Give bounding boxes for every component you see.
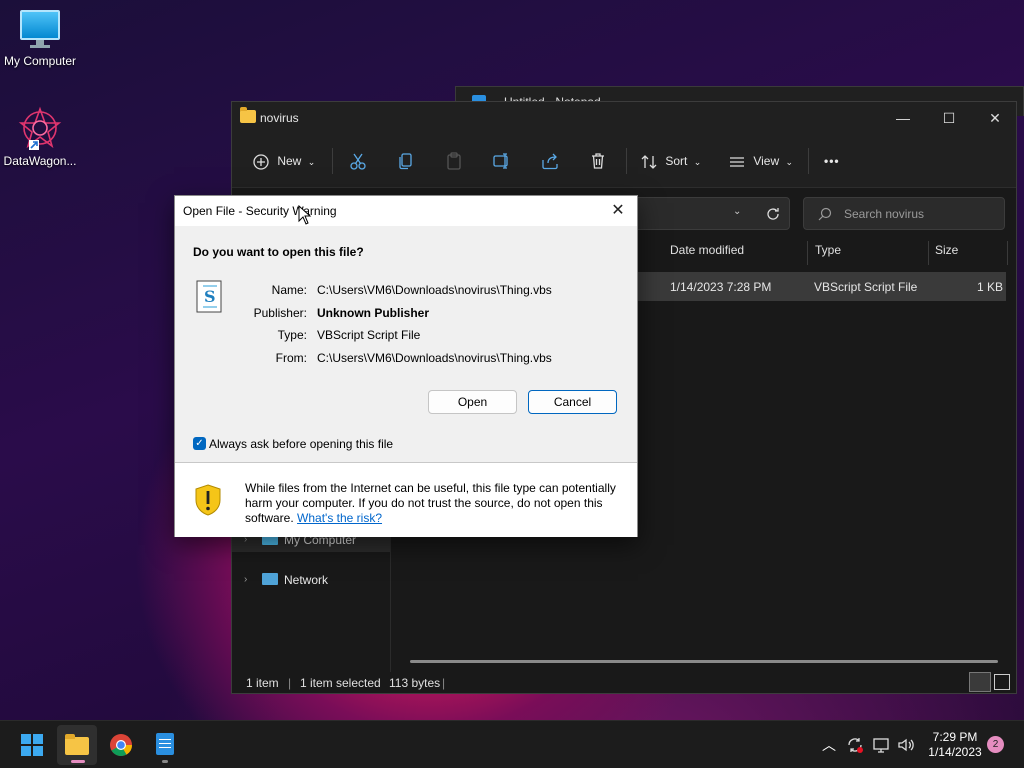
dialog-titlebar[interactable]: Open File - Security Warning ✕	[175, 196, 637, 226]
chevron-down-icon: ⌄	[785, 157, 794, 167]
view-button[interactable]: View ⌄	[728, 148, 793, 174]
sync-icon[interactable]	[846, 736, 864, 754]
address-bar[interactable]: ⌄	[632, 197, 790, 230]
status-divider: |	[442, 676, 446, 690]
network-icon	[262, 573, 278, 585]
field-value-publisher: Unknown Publisher	[317, 306, 430, 320]
nav-label: Network	[284, 573, 329, 587]
security-warning-dialog[interactable]: Open File - Security Warning ✕ Do you wa…	[174, 195, 638, 537]
dialog-title: Open File - Security Warning	[183, 204, 337, 218]
command-bar: New ⌄ Sort ⌄ View ⌄ •••	[232, 134, 1016, 188]
desktop-icon-datawagon[interactable]: DataWagon...	[0, 104, 80, 168]
cancel-button[interactable]: Cancel	[528, 390, 617, 414]
column-date-modified[interactable]: Date modified	[670, 243, 744, 265]
nav-item-network[interactable]: › Network	[232, 568, 390, 592]
new-button[interactable]: New ⌄	[252, 148, 315, 174]
rename-icon[interactable]	[492, 151, 512, 171]
status-selected: 1 item selected	[300, 676, 381, 690]
status-item-count: 1 item	[246, 676, 279, 690]
file-row[interactable]: 1/14/2023 7:28 PM VBScript Script File 1…	[632, 272, 1006, 301]
status-divider: |	[288, 676, 292, 690]
always-ask-checkbox[interactable]: ✓	[193, 437, 206, 450]
view-label: View	[753, 154, 780, 168]
tiles-view-icon[interactable]	[994, 674, 1010, 690]
refresh-icon[interactable]	[765, 206, 781, 222]
notepad-icon	[156, 733, 174, 755]
copy-icon[interactable]	[396, 151, 416, 171]
delete-icon[interactable]	[588, 151, 608, 171]
volume-icon[interactable]	[897, 736, 915, 754]
field-key-publisher: Publisher:	[253, 306, 307, 320]
clock-time: 7:29 PM	[932, 730, 978, 744]
cut-icon[interactable]	[348, 151, 368, 171]
sort-icon	[641, 154, 657, 169]
field-key-name: Name:	[271, 283, 307, 297]
field-key-type: Type:	[277, 328, 307, 342]
explorer-titlebar[interactable]: novirus — ☐ ✕	[232, 102, 1016, 134]
sort-button[interactable]: Sort ⌄	[640, 148, 701, 174]
dialog-question: Do you want to open this file?	[193, 245, 364, 259]
folder-icon	[65, 737, 89, 755]
taskbar-notepad[interactable]	[145, 725, 185, 765]
chevron-down-icon: ⌄	[307, 157, 316, 167]
warning-message: While files from the Internet can be use…	[245, 481, 630, 526]
monitor-icon	[18, 10, 62, 50]
horizontal-scrollbar[interactable]	[410, 660, 998, 663]
column-size[interactable]: Size	[935, 243, 958, 265]
clock-date: 1/14/2023	[928, 745, 982, 759]
paste-icon[interactable]	[444, 151, 464, 171]
sort-label: Sort	[665, 154, 688, 168]
desktop-icon-my-computer[interactable]: My Computer	[0, 10, 80, 68]
search-icon	[818, 207, 832, 221]
folder-icon	[240, 107, 256, 123]
status-bar: 1 item | 1 item selected 113 bytes |	[232, 672, 1016, 694]
file-type: VBScript Script File	[814, 280, 918, 294]
dialog-warning-footer: While files from the Internet can be use…	[175, 463, 637, 537]
field-value-name: C:\Users\VM6\Downloads\novirus\Thing.vbs	[317, 283, 552, 297]
taskbar-chrome[interactable]	[101, 725, 141, 765]
taskbar-clock[interactable]: 7:29 PM 1/14/2023	[920, 730, 990, 760]
chevron-down-icon: ⌄	[693, 157, 702, 167]
file-size: 1 KB	[977, 280, 1004, 294]
file-date: 1/14/2023 7:28 PM	[670, 280, 772, 294]
whats-the-risk-link[interactable]: What's the risk?	[297, 511, 382, 525]
field-value-from: C:\Users\VM6\Downloads\novirus\Thing.vbs	[317, 351, 552, 365]
plus-circle-icon	[253, 154, 269, 170]
new-label: New	[277, 154, 302, 168]
windows-logo-icon	[21, 734, 43, 756]
taskbar: ︿ 7:29 PM 1/14/2023	[0, 720, 1024, 768]
field-value-type: VBScript Script File	[317, 328, 421, 342]
mouse-cursor-icon	[298, 205, 312, 225]
desktop-icon-label: My Computer	[3, 54, 77, 68]
details-view-icon[interactable]	[969, 672, 991, 692]
status-bytes: 113 bytes	[389, 676, 441, 690]
search-box[interactable]: Search novirus	[803, 197, 1005, 230]
minimize-button[interactable]: —	[880, 102, 926, 134]
view-list-icon	[730, 157, 744, 167]
column-type[interactable]: Type	[815, 243, 841, 265]
chrome-icon	[110, 734, 132, 756]
field-key-from: From:	[275, 351, 307, 365]
always-ask-label: Always ask before opening this file	[209, 437, 394, 451]
search-placeholder: Search novirus	[844, 207, 925, 221]
taskbar-file-explorer[interactable]	[57, 725, 97, 765]
notification-badge[interactable]: 2	[987, 736, 1004, 753]
datawagon-logo-icon	[18, 106, 62, 150]
network-status-icon[interactable]	[872, 736, 890, 754]
share-icon[interactable]	[540, 151, 560, 171]
close-button[interactable]: ✕	[972, 102, 1018, 134]
explorer-title: novirus	[260, 111, 299, 125]
show-hidden-icons-chevron-icon[interactable]: ︿	[822, 735, 836, 755]
open-button[interactable]: Open	[428, 390, 517, 414]
maximize-button[interactable]: ☐	[926, 102, 972, 134]
start-button[interactable]	[12, 725, 52, 765]
more-options-button[interactable]: •••	[824, 148, 840, 174]
shield-warning-icon	[195, 484, 221, 516]
chevron-right-icon: ›	[244, 574, 248, 585]
chevron-down-icon: ⌄	[733, 206, 742, 217]
dialog-close-button[interactable]: ✕	[607, 200, 629, 222]
desktop-icon-label: DataWagon...	[3, 154, 77, 168]
